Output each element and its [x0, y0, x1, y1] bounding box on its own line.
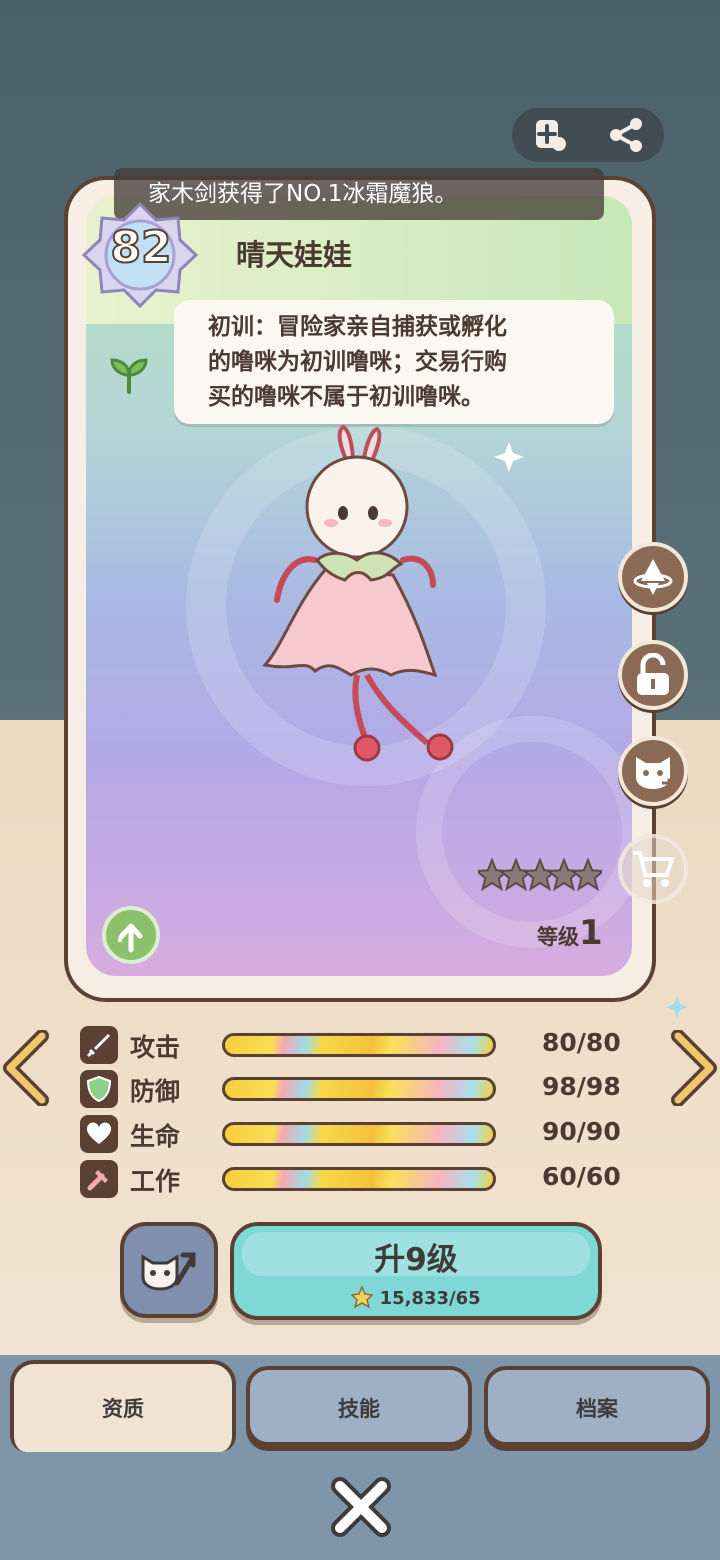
- stat-bar: [222, 1122, 496, 1146]
- add-card-icon: [536, 120, 566, 151]
- evolve-icon[interactable]: [102, 906, 160, 964]
- stat-bar: [222, 1077, 496, 1101]
- stat-label: 攻击: [130, 1033, 181, 1062]
- stat-label: 工作: [130, 1167, 181, 1196]
- rating-star: [522, 857, 558, 892]
- next-pet-arrow-icon[interactable]: [668, 1030, 718, 1106]
- shop-button[interactable]: [618, 834, 688, 904]
- stat-value: 90/90: [542, 1117, 621, 1146]
- tab-profile[interactable]: 档案: [484, 1366, 710, 1446]
- star-rating: [478, 857, 602, 892]
- unlock-icon: [637, 653, 669, 695]
- sparkle-icon: [494, 442, 524, 472]
- grade-label: 等级: [537, 925, 579, 949]
- tooltip-line: 买的噜咪不属于初训噜咪。: [208, 384, 484, 410]
- shield-icon: [80, 1070, 118, 1108]
- info-tooltip: 初训：冒险家亲自捕获或孵化 的噜咪为初训噜咪；交易行购 买的噜咪不属于初训噜咪。: [174, 300, 614, 424]
- stat-label: 生命: [130, 1122, 181, 1151]
- rating-star: [498, 857, 534, 892]
- top-toolbar: [512, 108, 664, 162]
- hammer-icon: [80, 1160, 118, 1198]
- level-up-cost: 15,833/65: [234, 1285, 598, 1309]
- rating-star: [570, 857, 602, 892]
- stat-value: 80/80: [542, 1028, 621, 1057]
- grade-value: 1: [579, 913, 603, 953]
- unlock-button[interactable]: [618, 640, 688, 710]
- pet-transfer-button[interactable]: [618, 736, 688, 806]
- rating-star: [478, 857, 510, 892]
- stat-value: 98/98: [542, 1072, 621, 1101]
- sprout-icon: [110, 358, 148, 394]
- tab-label: 资质: [102, 1397, 144, 1421]
- tab-skills[interactable]: 技能: [246, 1366, 472, 1446]
- stat-row-defense: 防御 98/98: [80, 1070, 640, 1110]
- stat-row-work: 工作 60/60: [80, 1160, 640, 1200]
- cost-value: 15,833/65: [379, 1288, 481, 1309]
- stat-label: 防御: [130, 1077, 181, 1106]
- tab-aptitude[interactable]: 资质: [10, 1360, 236, 1452]
- pet-character[interactable]: [255, 425, 465, 770]
- rating-star: [546, 857, 582, 892]
- level-up-label: 升9级: [374, 1242, 458, 1278]
- stat-bar: [222, 1167, 496, 1191]
- spin-top-icon: [633, 559, 673, 595]
- level-up-button[interactable]: 升9级 15,833/65: [230, 1222, 602, 1320]
- share-button[interactable]: [601, 110, 651, 160]
- share-icon: [610, 118, 642, 152]
- stat-bar: [222, 1033, 496, 1057]
- close-icon[interactable]: [330, 1476, 392, 1538]
- stat-row-health: 生命 90/90: [80, 1115, 640, 1155]
- tab-label: 档案: [576, 1397, 618, 1421]
- tooltip-line: 初训：冒险家亲自捕获或孵化: [208, 314, 507, 340]
- stat-row-attack: 攻击 80/80: [80, 1026, 640, 1066]
- add-card-button[interactable]: [525, 110, 575, 160]
- sword-icon: [80, 1026, 118, 1064]
- pet-power-value: 82: [109, 221, 172, 274]
- pet-upgrade-icon: [141, 1252, 196, 1291]
- tab-label: 技能: [338, 1397, 380, 1421]
- sparkle-icon: [666, 996, 688, 1018]
- shop-cart-icon: [633, 851, 674, 887]
- prev-pet-arrow-icon[interactable]: [2, 1030, 52, 1106]
- pet-upgrade-button[interactable]: [120, 1222, 218, 1318]
- pet-transfer-icon: [636, 757, 676, 789]
- heart-icon: [80, 1115, 118, 1153]
- grade-display: 等级1: [537, 913, 603, 953]
- tooltip-line: 的噜咪为初训噜咪；交易行购: [208, 349, 507, 375]
- pet-name: 晴天娃娃: [236, 238, 353, 272]
- spin-top-button[interactable]: [618, 542, 688, 612]
- star-fragment-icon: [350, 1285, 374, 1309]
- stat-value: 60/60: [542, 1162, 621, 1191]
